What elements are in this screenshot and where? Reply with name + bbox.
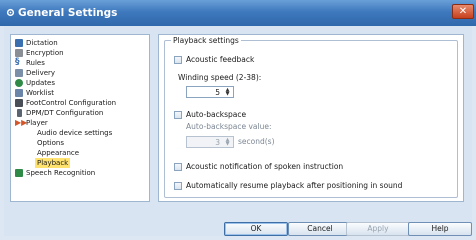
settings-tree: Dictation Encryption § Rules Delivery Up… [10, 34, 150, 202]
close-button[interactable]: ✕ [452, 4, 474, 19]
spin-arrows-icon[interactable]: ▲ ▼ [223, 138, 232, 147]
paragraph-icon: § [15, 57, 20, 67]
winding-speed-stepper[interactable]: 5 ▲ ▼ [186, 86, 234, 98]
winding-speed-value: 5 [215, 88, 220, 97]
help-button[interactable]: Help [408, 222, 472, 236]
group-title: Playback settings [171, 36, 241, 45]
auto-backspace-value-label: Auto-backspace value: [186, 122, 272, 131]
auto-resume-checkbox[interactable] [174, 182, 182, 190]
auto-backspace-stepper[interactable]: 3 ▲ ▼ [186, 136, 234, 148]
apply-button[interactable]: Apply [346, 222, 410, 236]
cancel-button[interactable]: Cancel [288, 222, 352, 236]
acoustic-notification-checkbox[interactable] [174, 163, 182, 171]
auto-backspace-checkbox[interactable] [174, 111, 182, 119]
settings-icon [6, 8, 15, 17]
ok-button[interactable]: OK [224, 222, 288, 236]
auto-resume-label: Automatically resume playback after posi… [186, 181, 403, 190]
window-title: General Settings [18, 7, 118, 19]
spin-arrows-icon[interactable]: ▲ ▼ [223, 88, 232, 97]
acoustic-notification-label: Acoustic notification of spoken instruct… [186, 162, 344, 171]
list-icon [15, 89, 23, 97]
speech-icon [15, 169, 23, 177]
auto-backspace-value: 3 [215, 138, 220, 147]
lock-icon [15, 49, 23, 57]
footcontrol-icon [15, 99, 23, 107]
general-settings-window: General Settings ✕ Dictation Encryption … [0, 0, 476, 240]
globe-icon [15, 79, 23, 87]
winding-speed-label: Winding speed (2-38): [178, 73, 262, 82]
acoustic-feedback-checkbox[interactable] [174, 56, 182, 64]
auto-backspace-unit: second(s) [238, 137, 275, 146]
recorder-icon [17, 109, 22, 117]
dictation-icon [15, 39, 23, 47]
player-icon: ▶▶ [15, 118, 28, 127]
mail-icon [15, 69, 23, 77]
auto-backspace-label: Auto-backspace [186, 110, 247, 119]
title-bar[interactable]: General Settings ✕ [0, 0, 476, 26]
acoustic-feedback-label: Acoustic feedback [186, 55, 255, 64]
